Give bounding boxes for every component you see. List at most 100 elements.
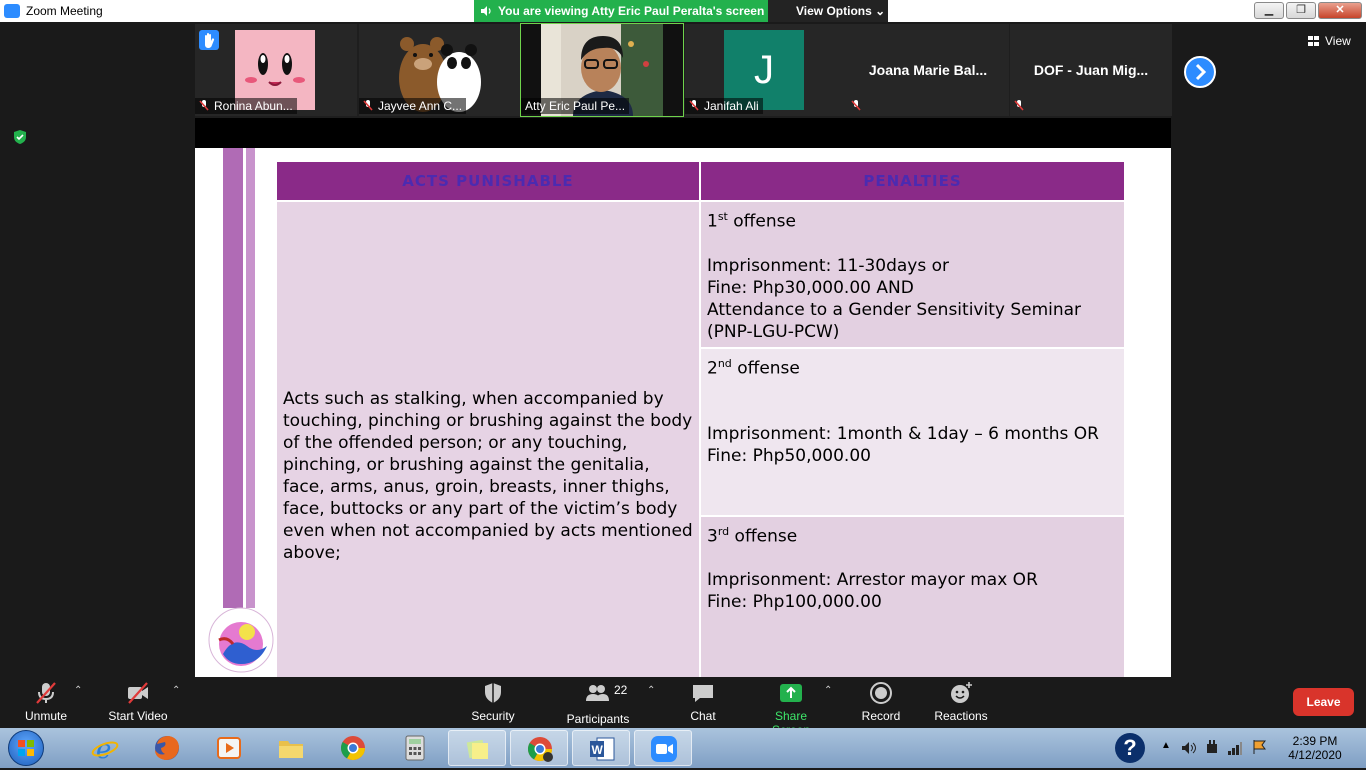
minimize-button[interactable]: ▁ — [1254, 2, 1284, 19]
participant-display-name: DOF - Juan Mig... — [1033, 62, 1149, 78]
participant-tile[interactable]: DOF - Juan Mig... — [1010, 24, 1172, 116]
participant-name: Jayvee Ann C... — [359, 98, 467, 114]
view-label: View — [1325, 34, 1351, 48]
reactions-button[interactable]: Reactions — [934, 681, 988, 723]
tray-chevron-up-icon[interactable]: ▲ — [1161, 740, 1171, 751]
taskbar-calculator[interactable] — [386, 730, 444, 766]
view-options-label: View Options — [796, 4, 872, 18]
participant-tile[interactable]: Ronina Abun... — [195, 24, 357, 116]
mic-muted-icon — [689, 100, 699, 111]
offense-2-line: Fine: Php50,000.00 — [707, 446, 871, 467]
offense-1-line: Fine: Php30,000.00 AND — [707, 277, 914, 298]
shared-screen-top-margin — [195, 118, 1171, 148]
offense-3-line: Fine: Php100,000.00 — [707, 592, 882, 613]
share-screen-icon — [780, 684, 802, 702]
next-page-arrow-icon[interactable] — [1184, 56, 1216, 88]
shield-icon — [485, 683, 501, 703]
grid-icon — [1308, 36, 1319, 46]
close-button[interactable]: ✕ — [1318, 2, 1362, 19]
offense-2-line: Imprisonment: 1month & 1day – 6 months O… — [707, 424, 1099, 445]
participants-options-chevron-icon[interactable]: ⌃ — [647, 685, 655, 696]
participant-tile[interactable]: J Janifah Ali — [685, 24, 847, 116]
participant-mute-status — [1010, 98, 1033, 114]
taskbar-chrome[interactable] — [324, 730, 382, 766]
smiley-icon — [951, 682, 972, 703]
meeting-controls: Unmute ⌃ Start Video ⌃ Security 22 Parti… — [0, 677, 1366, 737]
flag-warning-icon[interactable] — [1251, 738, 1269, 756]
clock-time: 2:39 PM — [1292, 734, 1338, 748]
clock-date: 4/12/2020 — [1288, 748, 1342, 762]
pcw-logo — [208, 607, 274, 673]
share-options-chevron-icon[interactable]: ⌃ — [824, 685, 832, 696]
zoom-icon — [651, 736, 677, 762]
mic-muted-icon — [36, 682, 56, 704]
offense-3-line: Imprisonment: Arrestor mayor max OR — [707, 570, 1038, 591]
offense-cell-1: 1st offense Imprisonment: 11-30days or F… — [699, 200, 1126, 349]
leave-button[interactable]: Leave — [1293, 688, 1354, 716]
help-icon[interactable]: ? — [1115, 733, 1145, 763]
participant-name: Atty Eric Paul Pe... — [521, 98, 630, 114]
mic-muted-icon — [199, 100, 209, 111]
volume-icon[interactable] — [1181, 740, 1197, 756]
video-off-icon — [128, 682, 148, 704]
participant-tile[interactable]: Jayvee Ann C... — [359, 24, 521, 116]
taskbar-firefox[interactable] — [138, 730, 196, 766]
svg-text:W: W — [592, 743, 604, 757]
taskbar-sticky-notes[interactable] — [448, 730, 506, 766]
chat-button[interactable]: Chat — [688, 681, 718, 723]
record-icon — [870, 682, 892, 704]
sticky-notes-icon — [466, 739, 488, 759]
participant-name: Ronina Abun... — [195, 98, 297, 114]
participant-tile[interactable]: Joana Marie Bal... — [847, 24, 1009, 116]
power-plug-icon[interactable] — [1205, 739, 1219, 757]
audio-options-chevron-icon[interactable]: ⌃ — [74, 685, 82, 696]
participant-tile-active-speaker[interactable]: Atty Eric Paul Pe... — [520, 23, 684, 117]
taskbar-internet-explorer[interactable]: e — [76, 730, 134, 766]
taskbar-file-explorer[interactable] — [262, 730, 320, 766]
offense-cell-3: 3rd offense Imprisonment: Arrestor mayor… — [699, 514, 1126, 677]
windows-taskbar: e W ? ▲ 2:39 PM 4/12/2020 — [0, 728, 1366, 768]
offense-1-line: Imprisonment: 11-30days or — [707, 255, 950, 276]
taskbar-media-player[interactable] — [200, 730, 258, 766]
svg-text:e: e — [96, 735, 111, 762]
acts-punishable-cell: Acts such as stalking, when accompanied … — [275, 200, 701, 677]
restore-button[interactable]: ❐ — [1286, 2, 1316, 19]
unmute-button[interactable]: Unmute — [22, 681, 70, 723]
record-button[interactable]: Record — [860, 681, 902, 723]
taskbar-chrome-window[interactable] — [510, 730, 568, 766]
participants-icon — [586, 685, 609, 701]
window-title: Zoom Meeting — [26, 4, 103, 18]
slide-decor-bar — [246, 148, 255, 608]
shield-icon[interactable] — [12, 129, 28, 145]
participant-display-name: Joana Marie Bal... — [868, 62, 988, 78]
window-controls: ▁ ❐ ✕ — [1254, 2, 1362, 19]
viewing-banner-text: You are viewing Atty Eric Paul Peralta's… — [498, 4, 765, 18]
penalties-table: ACTS PUNISHABLE PENALTIES Acts such as s… — [275, 160, 1126, 677]
shared-slide: ACTS PUNISHABLE PENALTIES Acts such as s… — [195, 148, 1171, 677]
video-options-chevron-icon[interactable]: ⌃ — [172, 685, 180, 696]
mic-muted-icon — [363, 100, 373, 111]
offense-1-line: Attendance to a Gender Sensitivity Semin… — [707, 299, 1082, 342]
media-player-icon — [217, 737, 241, 759]
network-signal-icon[interactable] — [1227, 740, 1243, 756]
taskbar-word[interactable]: W — [572, 730, 630, 766]
folder-icon — [279, 741, 303, 758]
chat-icon — [693, 685, 713, 702]
firefox-icon — [155, 736, 179, 760]
taskbar-clock[interactable]: 2:39 PM 4/12/2020 — [1280, 734, 1350, 762]
view-button[interactable]: View — [1308, 34, 1351, 48]
start-video-button[interactable]: Start Video — [106, 681, 170, 723]
taskbar-zoom[interactable] — [634, 730, 692, 766]
participants-button[interactable]: 22 Participants — [566, 681, 630, 726]
participant-strip: Ronina Abun... Jayvee Ann C... Atty Eric… — [195, 23, 1216, 118]
window-titlebar: Zoom Meeting You are viewing Atty Eric P… — [0, 0, 1366, 22]
chrome-icon — [527, 737, 553, 762]
security-button[interactable]: Security — [470, 681, 516, 723]
offense-cell-2: 2nd offense Imprisonment: 1month & 1day … — [699, 346, 1126, 517]
speaker-icon — [481, 6, 491, 16]
zoom-app-icon — [4, 4, 20, 18]
table-header-acts: ACTS PUNISHABLE — [275, 160, 701, 202]
start-button[interactable] — [8, 730, 44, 766]
calculator-icon — [405, 735, 425, 761]
view-options-button[interactable]: View Options ⌄ — [768, 0, 888, 22]
